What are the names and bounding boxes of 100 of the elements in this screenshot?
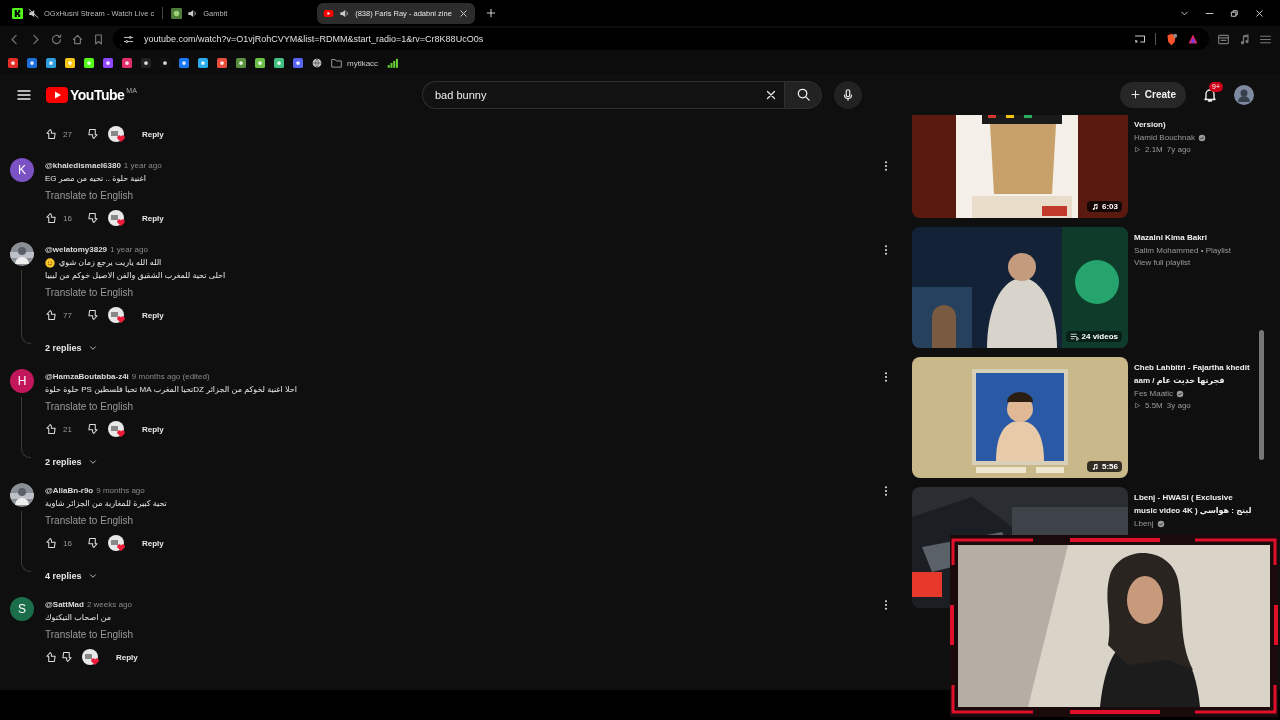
close-icon[interactable]	[1254, 7, 1265, 19]
like-count: 16	[63, 213, 73, 223]
reply-button[interactable]: Reply	[142, 129, 164, 139]
translate-link[interactable]: Translate to English	[45, 285, 133, 301]
user-handle[interactable]: @HamzaBoutabba-z4i	[45, 371, 129, 381]
translate-link[interactable]: Translate to English	[45, 188, 133, 204]
thread-line	[21, 511, 31, 572]
like-button[interactable]	[45, 212, 57, 224]
user-handle[interactable]: @welatomy3829	[45, 244, 108, 254]
replies-toggle[interactable]: 2 replies	[45, 454, 98, 470]
thumbs-down-icon	[87, 423, 99, 435]
site-icon[interactable]	[274, 58, 284, 68]
music-note-icon[interactable]	[1238, 32, 1251, 46]
comment-text: الله الله ياريت يرجع زمان شوي	[59, 258, 162, 267]
translate-link[interactable]: Translate to English	[45, 399, 133, 415]
like-button[interactable]	[45, 537, 57, 549]
comment-time[interactable]: 1 year ago	[110, 244, 148, 254]
user-handle[interactable]: @khaledismael6380	[45, 160, 121, 170]
dislike-button[interactable]	[61, 651, 73, 663]
dislike-button[interactable]	[87, 423, 99, 435]
video-title[interactable]: Mazalni Kima Bakri	[1134, 231, 1252, 244]
dislike-button[interactable]	[87, 212, 99, 224]
site-icon[interactable]	[122, 58, 132, 68]
reply-button[interactable]: Reply	[116, 652, 138, 662]
site-icon[interactable]	[255, 58, 265, 68]
bookmark-folder[interactable]: mytikacc	[331, 58, 379, 68]
triangle-icon[interactable]	[1187, 33, 1199, 45]
new-tab-icon[interactable]	[485, 7, 498, 19]
site-icon[interactable]	[293, 58, 303, 68]
signal-icon[interactable]	[387, 58, 399, 68]
site-icon[interactable]	[179, 58, 189, 68]
site-icon[interactable]	[27, 58, 37, 68]
site-icon[interactable]	[236, 58, 246, 68]
home-logo-link[interactable]: YouTube	[46, 86, 125, 103]
site-icon[interactable]	[160, 58, 170, 68]
address-bar[interactable]: youtube.com/watch?v=O1vjRohCVYM&list=RDMM&start_radio=1&rv=Cr8K88UcO0s	[113, 28, 1209, 50]
user-handle[interactable]: @AllaBn-r9o	[45, 485, 94, 495]
scrollbar-thumb[interactable]	[1259, 330, 1264, 460]
comment-time[interactable]: 2 weeks ago	[86, 599, 132, 609]
user-avatar[interactable]: S	[10, 597, 34, 621]
replies-toggle[interactable]: 2 replies	[45, 340, 98, 356]
play-icon	[1134, 402, 1141, 409]
site-icon[interactable]	[46, 58, 56, 68]
restore-icon[interactable]	[1229, 7, 1240, 19]
like-button[interactable]	[45, 309, 57, 321]
reply-button[interactable]: Reply	[142, 213, 164, 223]
create-button[interactable]: Create	[1119, 81, 1186, 108]
channel-name[interactable]: Lbenj	[1134, 519, 1154, 528]
video-title[interactable]: Lbenj - HWASI ( Exclusive music video 4K ) لبنج : هواسي	[1134, 491, 1252, 517]
site-icon[interactable]	[141, 58, 151, 68]
reply-button[interactable]: Reply	[142, 424, 164, 434]
close-icon[interactable]	[458, 7, 470, 19]
site-icon	[171, 7, 183, 19]
site-icon[interactable]	[217, 58, 227, 68]
site-settings-icon[interactable]	[123, 33, 134, 45]
shield-icon[interactable]	[1165, 32, 1178, 46]
site-icon[interactable]	[198, 58, 208, 68]
like-button[interactable]	[45, 423, 57, 435]
replies-toggle[interactable]: 4 replies	[45, 568, 98, 584]
sidebar-icon[interactable]	[1217, 32, 1230, 46]
video-title[interactable]: Cheb Lahbitri - Fajartha khedit aam / فجرتها خديت عام	[1134, 361, 1252, 387]
playlist-link[interactable]: View full playlist	[1134, 258, 1252, 267]
user-avatar[interactable]: H	[10, 369, 34, 393]
muted-speaker-icon[interactable]	[28, 7, 39, 19]
comment-time[interactable]: 9 months ago (edited)	[131, 371, 210, 381]
comment-text: تحية كبيرة للمغاربة من الجزائر شاوية	[45, 499, 167, 508]
reply-button[interactable]: Reply	[142, 538, 164, 548]
home-icon[interactable]	[71, 32, 84, 46]
reply-button[interactable]: Reply	[142, 310, 164, 320]
badge-label: 24 videos	[1081, 332, 1118, 341]
comment-time[interactable]: 9 months ago	[96, 485, 145, 495]
voice-search-button[interactable]	[834, 80, 862, 109]
comment-text: اغنية حلوة .. تحيه من مصر EG	[45, 174, 146, 183]
translate-link[interactable]: Translate to English	[45, 627, 133, 643]
cast-icon[interactable]	[1134, 33, 1146, 45]
search-field[interactable]: bad bunny	[435, 88, 758, 101]
translate-link[interactable]: Translate to English	[45, 513, 133, 529]
channel-name[interactable]: Fes Maatic	[1134, 389, 1174, 398]
search-box[interactable]: bad bunny	[422, 80, 784, 109]
site-icon[interactable]	[103, 58, 113, 68]
dislike-button[interactable]	[87, 309, 99, 321]
globe-icon[interactable]	[312, 58, 322, 68]
comment-text: من اصحاب التيكتوك	[45, 613, 111, 622]
comment-time[interactable]: 1 year ago	[123, 160, 162, 170]
channel-name[interactable]: Salim Mohammed • Playlist	[1134, 246, 1232, 255]
chevron-down-icon	[87, 571, 98, 581]
user-avatar[interactable]: K	[10, 158, 34, 182]
like-button[interactable]	[45, 651, 57, 663]
like-button[interactable]	[45, 128, 57, 140]
channel-name[interactable]: Hamid Bouchnak	[1134, 133, 1195, 142]
avatar-icon[interactable]	[1234, 84, 1254, 105]
video-title[interactable]: Version)	[1134, 118, 1252, 131]
bookmark-icon[interactable]	[92, 32, 105, 46]
dislike-button[interactable]	[87, 128, 99, 140]
dislike-button[interactable]	[87, 537, 99, 549]
search-button[interactable]	[784, 80, 822, 109]
upload-age: 3y ago	[1166, 401, 1191, 410]
user-handle[interactable]: @SattMad	[45, 599, 84, 609]
site-icon[interactable]	[8, 58, 18, 68]
reload-icon[interactable]	[50, 32, 63, 46]
